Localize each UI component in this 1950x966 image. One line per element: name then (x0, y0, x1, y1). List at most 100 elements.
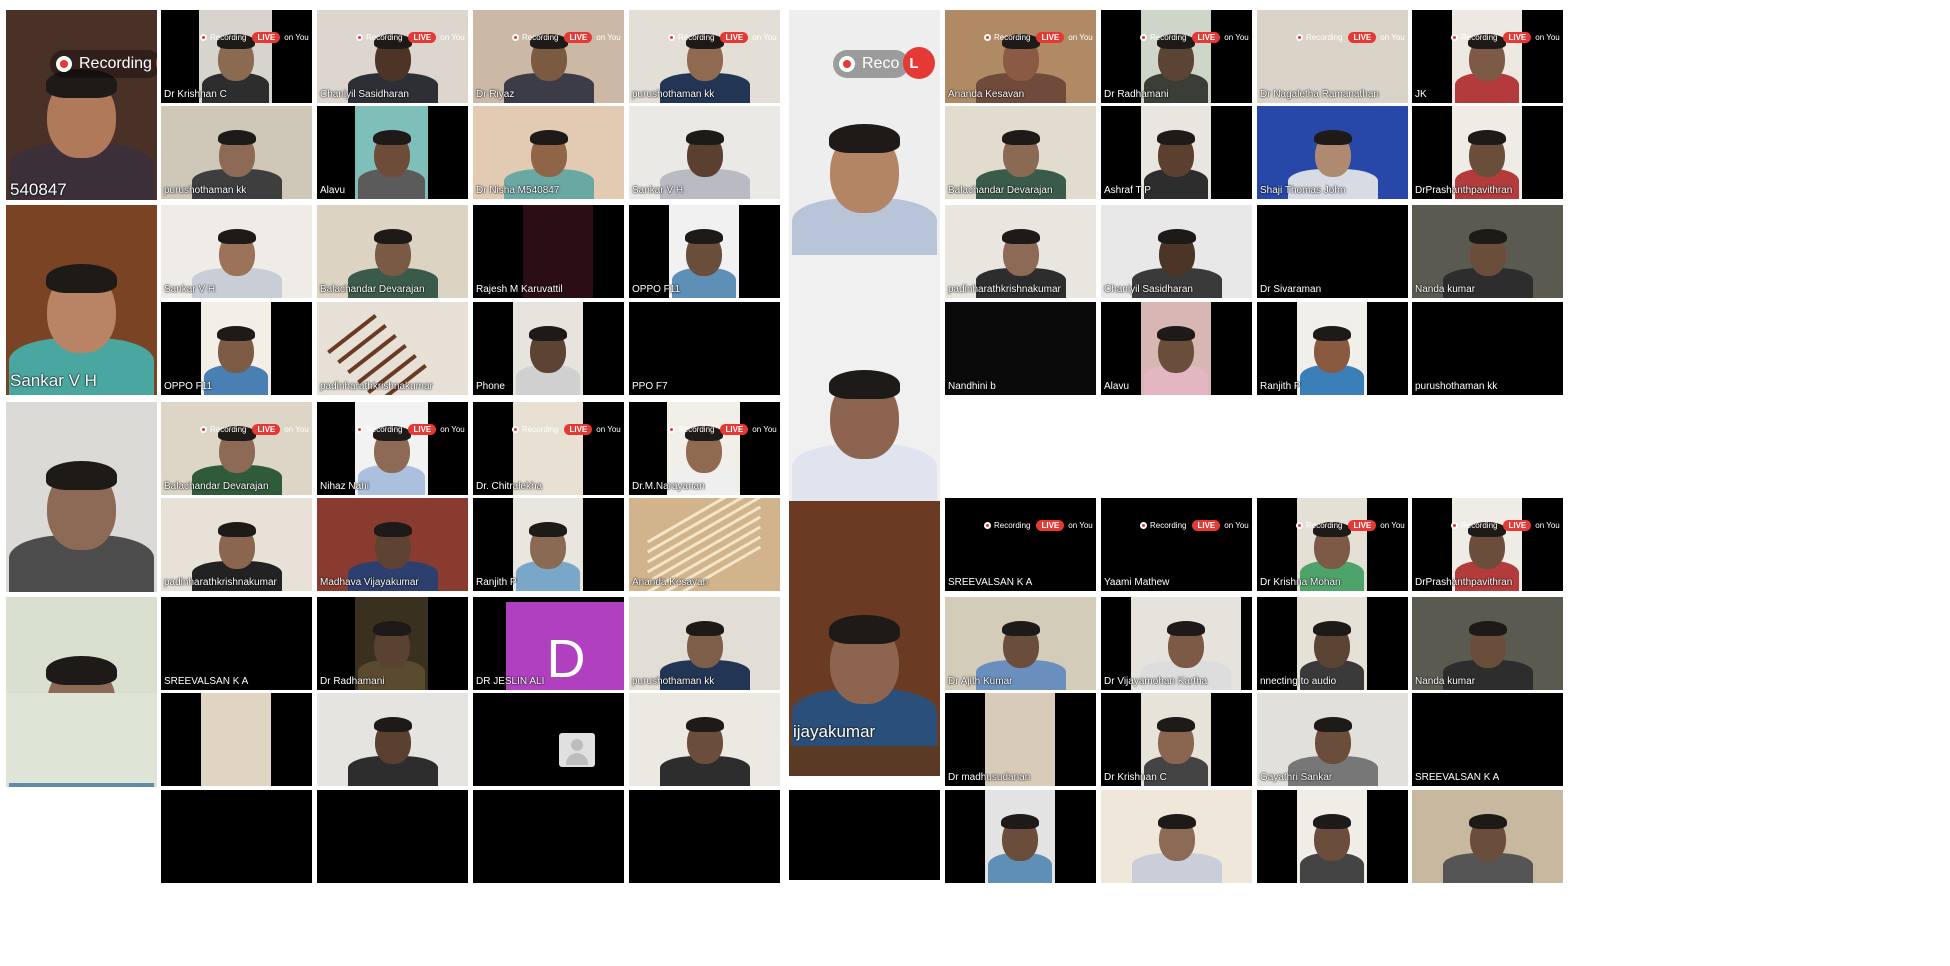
participant-tile[interactable] (789, 255, 940, 501)
participant-tile[interactable]: Recording LIVE on You Dr Krishnan C (161, 10, 312, 103)
participant-video (317, 790, 468, 883)
participant-hair (829, 369, 900, 400)
participant-tile[interactable]: Ranjith P (473, 498, 624, 591)
participant-hair (373, 521, 412, 538)
participant-tile[interactable]: Recording LIVE on You Yaami Mathew (1101, 498, 1252, 591)
participant-tile[interactable] (629, 790, 780, 883)
participant-name: padinharathkrishnakumar (320, 381, 433, 392)
participant-video (1297, 790, 1367, 883)
participant-tile[interactable]: Recording LIVE on You Dr.M.Narayanan (629, 402, 780, 495)
participant-tile[interactable]: Dr madhusudanan (945, 693, 1096, 786)
participant-name: padinharathkrishnakumar (948, 284, 1061, 295)
participant-tile[interactable]: Dr Vijayamohan Kartha (1101, 597, 1252, 690)
participant-tile[interactable] (161, 693, 312, 786)
participant-tile[interactable] (1412, 790, 1563, 883)
participant-tile[interactable]: Dr Radhamani (317, 597, 468, 690)
participant-tile[interactable]: Dr Krishnan C (1101, 693, 1252, 786)
participant-tile[interactable]: Sankar V H (629, 106, 780, 199)
participant-hair (1313, 813, 1351, 830)
participant-tile[interactable]: padinharathkrishnakumar (317, 302, 468, 395)
participant-hair (529, 521, 567, 538)
participant-tile[interactable]: Dr Ajith Kumar (945, 597, 1096, 690)
participant-tile[interactable]: Sankar V H (6, 205, 157, 395)
stream-label: on You (284, 425, 309, 434)
participant-tile[interactable]: SREEVALSAN K A (1412, 693, 1563, 786)
participant-tile[interactable]: Ashraf T P (1101, 106, 1252, 199)
participant-tile[interactable] (6, 693, 157, 783)
participant-tile[interactable]: purushothaman kk (1412, 302, 1563, 395)
participant-video (1141, 302, 1211, 395)
recording-indicator: Recording LIVE on You (356, 32, 465, 43)
participant-tile[interactable]: Chaniyil Sasidharan (1101, 205, 1252, 298)
participant-tile[interactable]: Recording LIVE on You Chaniyil Sasidharan (317, 10, 468, 103)
participant-tile[interactable]: Alavu (1101, 302, 1252, 395)
participant-name: OPPO F11 (632, 284, 681, 295)
participant-tile[interactable] (1101, 790, 1252, 883)
participant-tile[interactable]: Nanda kumar (1412, 205, 1563, 298)
participant-tile[interactable]: SREEVALSAN K A (161, 597, 312, 690)
participant-name: Gayathri Sankar (1260, 772, 1333, 783)
participant-tile[interactable]: Recording LIVE on You Dr Riyaz (473, 10, 624, 103)
record-dot-icon (984, 522, 991, 529)
participant-tile[interactable]: Balachandar Devarajan (945, 106, 1096, 199)
participant-tile[interactable]: DrPrashanthpavithran (1412, 106, 1563, 199)
participant-tile[interactable]: RecordingL 540847 (6, 10, 157, 200)
participant-tile[interactable]: Dr Sivaraman (1257, 205, 1408, 298)
participant-tile[interactable] (629, 693, 780, 786)
participant-tile[interactable]: Recording LIVE on You purushothaman kk (629, 10, 780, 103)
participant-tile[interactable]: purushothaman kk (629, 597, 780, 690)
participant-tile[interactable]: Ananda Kesavan (629, 498, 780, 591)
participant-tile[interactable]: ijayakumar (789, 501, 940, 746)
participant-tile[interactable] (473, 790, 624, 883)
recording-indicator: Recording LIVE on You (984, 520, 1093, 531)
participant-tile[interactable]: Recording LIVE on You Nihaz Nahi (317, 402, 468, 495)
participant-tile[interactable]: RecoLumar (789, 10, 940, 495)
participant-tile[interactable]: Recording LIVE on You Dr. Chitralekha (473, 402, 624, 495)
participant-tile[interactable]: Ranjith P (1257, 302, 1408, 395)
participant-tile[interactable]: OPPO F11 (161, 302, 312, 395)
participant-video (6, 10, 157, 200)
participant-tile[interactable]: purushothaman kk (161, 106, 312, 199)
participant-tile[interactable]: Recording LIVE on You DrPrashanthpavithran (1412, 498, 1563, 591)
participant-tile[interactable] (6, 402, 157, 592)
participant-tile[interactable] (317, 790, 468, 883)
participant-tile[interactable]: Rajesh M Karuvattil (473, 205, 624, 298)
participant-tile[interactable]: Recording LIVE on You JK (1412, 10, 1563, 103)
participant-tile[interactable]: Shaji Thomas John (1257, 106, 1408, 199)
participant-tile[interactable] (789, 790, 940, 880)
participant-hair (1157, 228, 1196, 245)
participant-tile[interactable]: padinharathkrishnakumar (161, 498, 312, 591)
participant-tile[interactable] (789, 746, 940, 776)
participant-tile[interactable]: Recording LIVE on You Balachandar Devarajan (161, 402, 312, 495)
participant-tile[interactable]: Alavu (317, 106, 468, 199)
participant-tile[interactable]: Dr Nisha M540847 (473, 106, 624, 199)
participant-name: Balachandar Devarajan (320, 284, 425, 295)
participant-tile[interactable]: OPPO F11 (629, 205, 780, 298)
participant-tile[interactable]: Madhava Vijayakumar (317, 498, 468, 591)
participant-tile[interactable]: Recording LIVE on You Ananda Kesavan (945, 10, 1096, 103)
participant-tile[interactable]: Sankar V H (161, 205, 312, 298)
participant-tile[interactable]: Recording LIVE on You Dr Nagaletha Ramanath… (1257, 10, 1408, 103)
participant-video (317, 693, 468, 786)
participant-tile[interactable]: Recording LIVE on You Dr Krishna Mohan (1257, 498, 1408, 591)
participant-tile[interactable] (1257, 790, 1408, 883)
participant-tile[interactable]: padinharathkrishnakumar (945, 205, 1096, 298)
participant-tile[interactable]: PPO F7 (629, 302, 780, 395)
participant-tile[interactable]: Recording LIVE on You SREEVALSAN K A (945, 498, 1096, 591)
participant-tile[interactable]: nnecting to audio (1257, 597, 1408, 690)
participant-tile[interactable]: Gayathri Sankar (1257, 693, 1408, 786)
participant-tile[interactable]: Recording LIVE on You Dr Radhamani (1101, 10, 1252, 103)
live-badge: LIVE (1036, 32, 1065, 43)
participant-name: Dr.M.Narayanan (632, 481, 705, 492)
participant-tile[interactable] (473, 693, 624, 786)
participant-tile[interactable]: D DR JESLIN ALI (473, 597, 624, 690)
participant-name: Nandhini b (948, 381, 996, 392)
record-dot-icon (1296, 522, 1303, 529)
participant-tile[interactable]: Phone (473, 302, 624, 395)
participant-tile[interactable] (317, 693, 468, 786)
participant-tile[interactable] (161, 790, 312, 883)
participant-tile[interactable]: Balachandar Devarajan (317, 205, 468, 298)
participant-tile[interactable]: Nanda kumar (1412, 597, 1563, 690)
participant-tile[interactable]: Nandhini b (945, 302, 1096, 395)
participant-tile[interactable] (945, 790, 1096, 883)
